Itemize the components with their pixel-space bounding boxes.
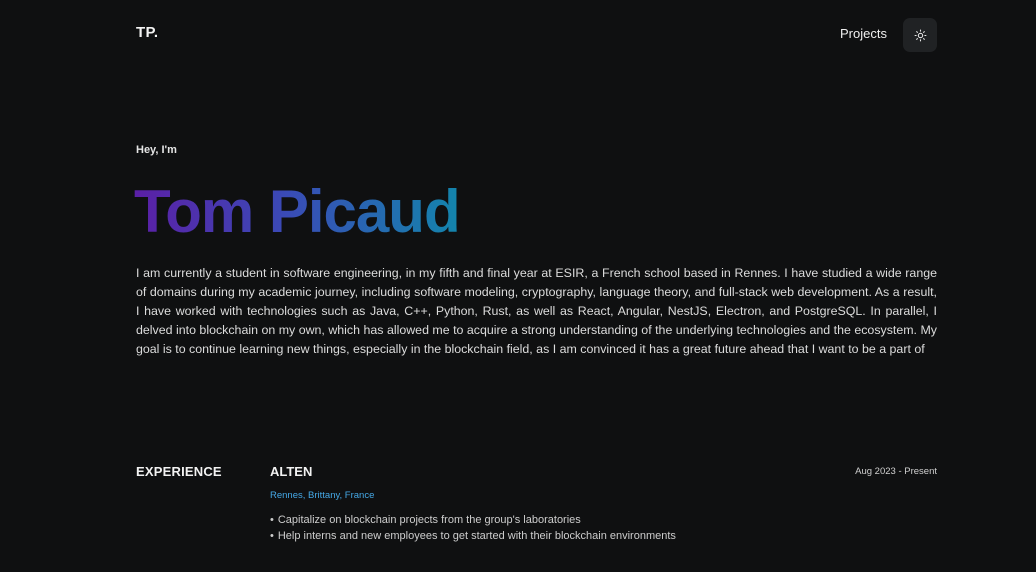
bullet-icon: • (270, 530, 274, 542)
nav-link-projects[interactable]: Projects (840, 26, 887, 41)
experience-task-text: Capitalize on blockchain projects from t… (277, 514, 581, 526)
hero-bio: I am currently a student in software eng… (136, 266, 937, 356)
experience-location: Rennes, Brittany, France (270, 490, 375, 501)
experience-task: • Help interns and new employees to get s… (270, 528, 676, 544)
sun-icon (914, 29, 927, 42)
bullet-icon: • (270, 514, 274, 526)
experience-task-text: Help interns and new employees to get st… (277, 530, 676, 542)
experience-company: ALTEN (270, 464, 313, 479)
experience-dates: Aug 2023 - Present (855, 466, 937, 477)
hero-greeting: Hey, I'm (136, 144, 177, 156)
site-logo[interactable]: TP. (136, 24, 158, 41)
experience-task-list: • Capitalize on blockchain projects from … (270, 512, 676, 544)
experience-task: • Capitalize on blockchain projects from … (270, 512, 676, 528)
hero-name: Tom Picaud (134, 176, 461, 248)
experience-section-title: EXPERIENCE (136, 464, 222, 479)
theme-toggle-button[interactable] (903, 18, 937, 52)
page: TP. Projects Hey, I'm Tom Picaud I am cu… (0, 0, 1036, 572)
